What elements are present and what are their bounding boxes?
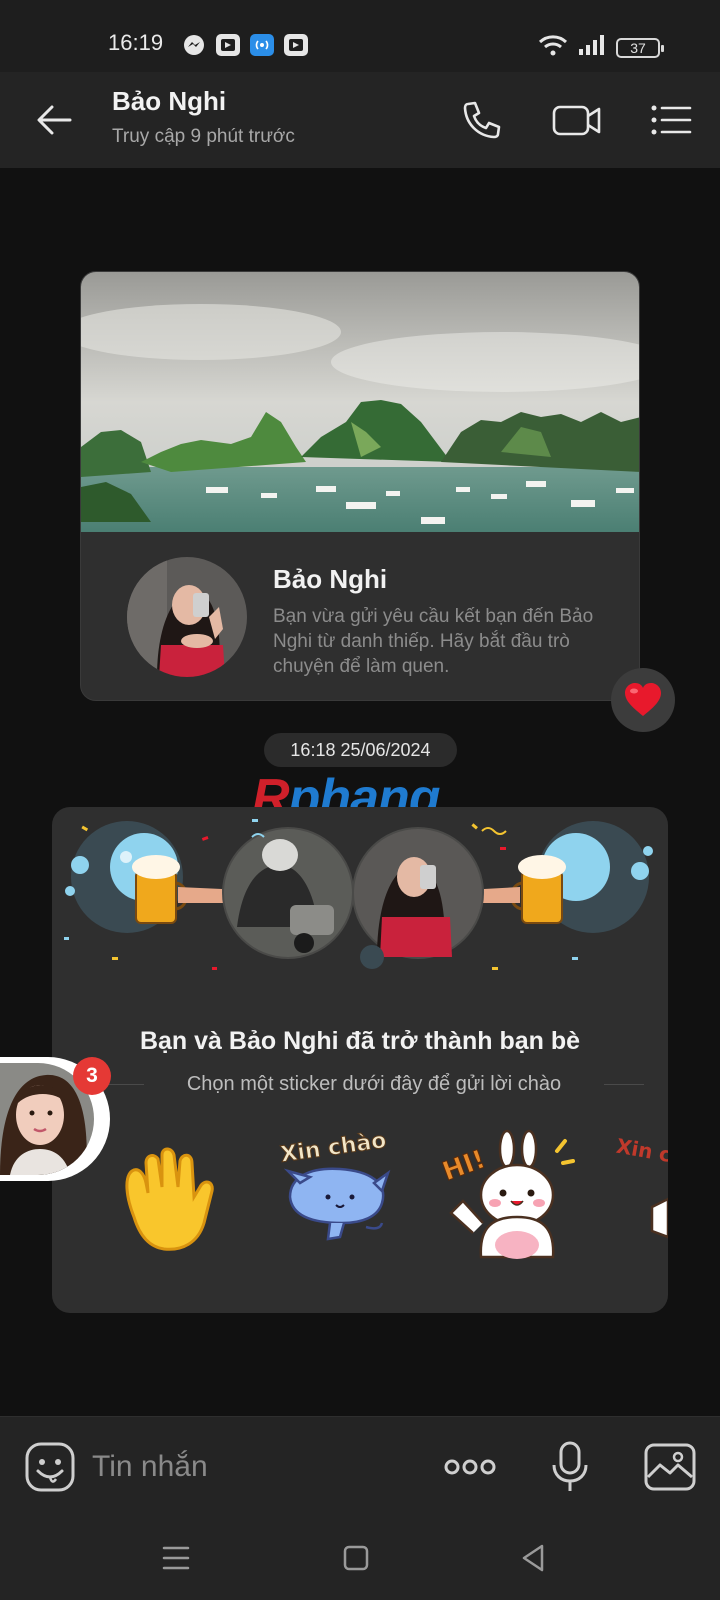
status-right: 37 <box>538 34 664 61</box>
message-composer <box>0 1416 720 1516</box>
friend-card-subtitle-row: Chọn một sticker dưới đây để gửi lời chà… <box>104 1069 644 1099</box>
profile-card-description: Bạn vừa gửi yêu cầu kết bạn đến Bảo Nghi… <box>273 606 594 677</box>
sticker-wave-hand[interactable] <box>104 1127 244 1267</box>
profile-card[interactable]: Bảo Nghi Bạn vừa gửi yêu cầu kết bạn đến… <box>80 271 640 701</box>
microphone-icon[interactable] <box>542 1439 598 1495</box>
gallery-icon[interactable] <box>642 1439 698 1495</box>
chat-header: Bảo Nghi Truy cập 9 phút trước <box>0 72 720 168</box>
home-icon[interactable] <box>334 1536 378 1580</box>
menu-icon[interactable] <box>648 96 696 144</box>
wifi-icon <box>538 34 568 61</box>
app-icon <box>216 34 240 56</box>
messenger-icon <box>182 34 206 56</box>
cheers-illustration <box>64 819 653 970</box>
friend-card: Bạn và Bảo Nghi đã trở thành bạn bè Chọn… <box>52 807 668 1313</box>
status-bar: 16:19 37 <box>0 0 720 72</box>
message-timestamp: 16:18 25/06/2024 <box>264 733 457 767</box>
sticker-xin-chao-partial[interactable]: Xin chà <box>612 1127 668 1267</box>
contact-name[interactable]: Bảo Nghi <box>112 86 226 117</box>
back-triangle-icon[interactable] <box>512 1536 556 1580</box>
profile-card-name: Bảo Nghi <box>273 564 388 594</box>
notification-icons <box>182 34 308 56</box>
emoji-sticker-icon[interactable] <box>24 1441 76 1493</box>
more-options-icon[interactable] <box>442 1439 498 1495</box>
battery-icon: 37 <box>616 37 664 58</box>
sticker-xin-chao-text: Xin chào <box>279 1128 388 1168</box>
signal-icon <box>578 34 606 61</box>
chat-head[interactable]: 3 <box>0 1057 111 1181</box>
system-nav-bar <box>0 1516 720 1600</box>
friend-card-subtitle: Chọn một sticker dưới đây để gửi lời chà… <box>186 1073 562 1095</box>
last-seen-status: Truy cập 9 phút trước <box>112 126 295 147</box>
app-icon <box>284 34 308 56</box>
back-arrow-icon[interactable] <box>30 96 78 144</box>
unread-badge: 3 <box>73 1057 111 1095</box>
phone-call-icon[interactable] <box>458 96 506 144</box>
heart-reaction-icon[interactable] <box>611 668 675 732</box>
avatar[interactable] <box>127 557 247 677</box>
friend-card-title: Bạn và Bảo Nghi đã trở thành bạn bè <box>139 1027 581 1055</box>
message-input[interactable] <box>92 1445 412 1489</box>
hotspot-icon <box>250 34 274 56</box>
video-call-icon[interactable] <box>552 96 601 144</box>
sticker-xin-chao-cat[interactable]: Xin chào <box>270 1127 410 1267</box>
recent-apps-icon[interactable] <box>154 1536 198 1580</box>
cover-photo <box>81 272 639 532</box>
sticker-hi-text: HI! <box>439 1144 490 1187</box>
sticker-xin-chao-partial-text: Xin chà <box>614 1134 668 1172</box>
status-time: 16:19 <box>108 30 164 55</box>
sticker-hi-bunny[interactable]: HI! <box>437 1127 577 1267</box>
